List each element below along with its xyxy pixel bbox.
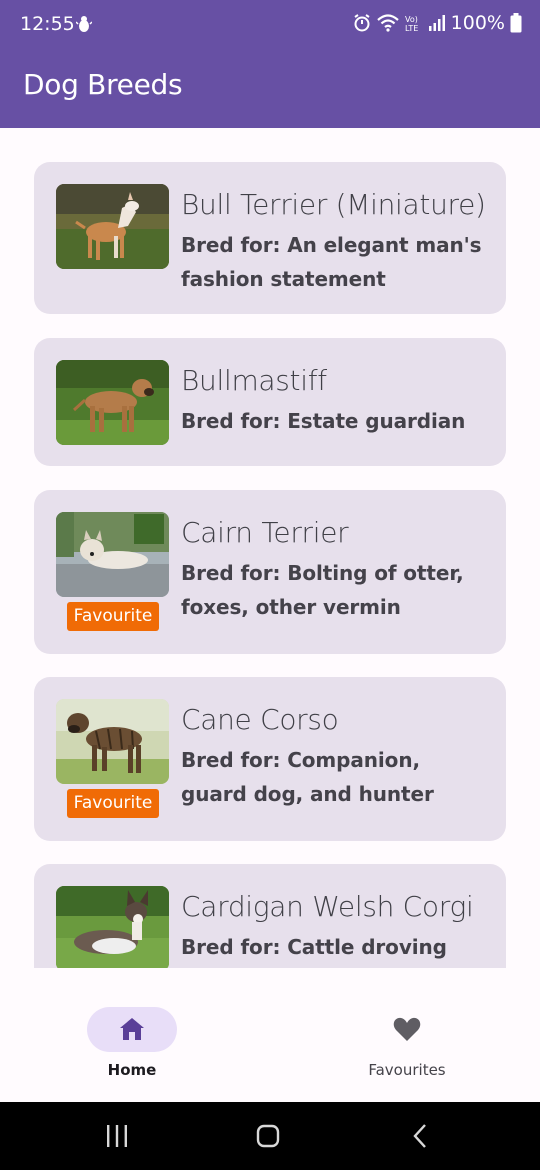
home-button-icon[interactable] (255, 1122, 281, 1150)
app-bar: Dog Breeds (0, 50, 540, 128)
breed-bred-for: Bred for: Estate guardian (181, 409, 466, 433)
svg-text:Vo): Vo) (405, 15, 418, 24)
page-title: Dog Breeds (23, 68, 183, 101)
breed-name: Bull Terrier (Miniature) (181, 188, 486, 221)
bottom-navigation: Home Favourites (0, 968, 540, 1102)
battery-percent: 100% (450, 12, 505, 34)
back-icon[interactable] (408, 1122, 432, 1150)
breed-card[interactable]: Bull Terrier (Miniature) Bred for: An el… (34, 162, 506, 314)
recent-apps-icon[interactable] (105, 1122, 129, 1150)
system-navigation-bar (0, 1102, 540, 1170)
favourite-badge: Favourite (67, 602, 159, 631)
battery-icon (510, 13, 522, 33)
breed-bred-for: Bred for: An elegant man's fashion state… (181, 233, 482, 291)
breed-bred-for: Bred for: Companion, guard dog, and hunt… (181, 748, 434, 806)
status-time: 12:55 (20, 13, 75, 35)
breed-image (56, 886, 169, 968)
breed-card[interactable]: Bullmastiff Bred for: Estate guardian (34, 338, 506, 466)
breed-list[interactable]: Bull Terrier (Miniature) Bred for: An el… (0, 128, 540, 968)
signal-icon (428, 15, 445, 31)
breed-name: Cairn Terrier (181, 516, 349, 549)
favourite-badge: Favourite (67, 789, 159, 818)
breed-image (56, 512, 169, 597)
nav-label-home: Home (107, 1061, 157, 1079)
breed-card[interactable]: Cardigan Welsh Corgi Bred for: Cattle dr… (34, 864, 506, 968)
home-icon (120, 1018, 144, 1040)
breed-card[interactable]: Cairn Terrier Bred for: Bolting of otter… (34, 490, 506, 654)
bug-icon (76, 16, 92, 32)
svg-text:LTE: LTE (405, 24, 418, 32)
nav-item-home[interactable]: Home (0, 968, 270, 1102)
volte-icon: Vo) LTE (405, 15, 418, 32)
breed-name: Cane Corso (181, 703, 339, 736)
wifi-icon (376, 14, 399, 32)
alarm-icon (354, 14, 370, 32)
heart-icon (393, 1017, 421, 1041)
status-bar: 12:55 Vo) LTE 100% (0, 0, 540, 50)
breed-bred-for: Bred for: Bolting of otter, foxes, other… (181, 561, 464, 619)
nav-label-favourites: Favourites (368, 1061, 446, 1079)
nav-item-favourites[interactable]: Favourites (270, 968, 540, 1102)
breed-name: Cardigan Welsh Corgi (181, 890, 474, 923)
breed-image (56, 360, 169, 445)
breed-image (56, 184, 169, 269)
breed-name: Bullmastiff (181, 364, 327, 397)
breed-card[interactable]: Cane Corso Bred for: Companion, guard do… (34, 677, 506, 841)
breed-image (56, 699, 169, 784)
status-icons: Vo) LTE 100% (353, 12, 522, 34)
breed-bred-for: Bred for: Cattle droving (181, 935, 447, 959)
